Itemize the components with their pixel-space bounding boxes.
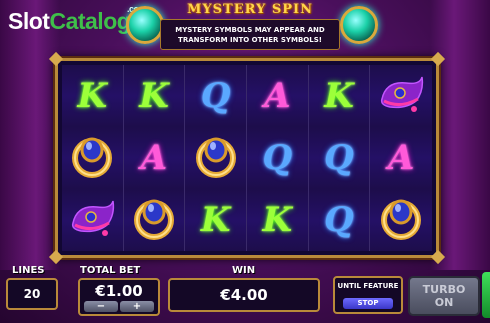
game-title: MYSTERY SPIN [187,2,313,17]
symbol-a: A [140,138,168,178]
reel-cell: A [123,127,186,189]
total-bet-value: €1.00 [95,282,143,300]
reel-cell: K [62,65,124,127]
total-bet-label: TOTAL BET [80,265,141,276]
reel-cell: K [308,65,371,127]
symbol-k: K [139,76,169,116]
symbol-k: K [262,200,293,240]
info-banner: MYSTERY SYMBOLS MAY APPEAR AND TRANSFORM… [160,19,340,50]
reel-cell [123,189,186,251]
stop-button[interactable]: STOP [343,298,393,309]
emerald-gem-icon [126,6,164,44]
win-display: €4.00 [168,278,320,312]
bet-increase-button[interactable]: + [120,301,154,312]
reel-cell: Q [185,65,247,127]
turbo-label: TURBO [422,283,466,296]
reel-cell [370,65,432,127]
emerald-gem-icon [340,6,378,44]
until-feature-label: UNTIL FEATURE [337,282,399,290]
symbol-q: Q [262,138,293,178]
slipper-symbol-icon [67,195,117,245]
banner-line-1: MYSTERY SYMBOLS MAY APPEAR AND [175,26,325,34]
ring-symbol-icon [378,195,424,245]
reel-cell [370,189,432,251]
curtain-right [430,0,490,270]
lines-label: LINES [12,265,45,276]
curtain-left [0,0,60,270]
reel-cell [62,127,124,189]
symbol-q: Q [324,200,354,240]
reel-cell: K [247,189,309,251]
spin-button[interactable] [482,272,490,318]
reel-cell: Q [308,127,371,189]
symbol-q: Q [200,76,231,116]
ring-symbol-icon [69,133,115,183]
reel-cell [185,127,247,189]
watermark-slot: Slot [8,8,50,34]
symbol-a: A [387,138,415,178]
reel-grid: KKQAKAQQAKKQ [62,65,432,251]
reel-cell: Q [308,189,371,251]
symbol-k: K [77,76,108,116]
reel-cell: A [247,65,309,127]
total-bet-panel: €1.00 − + [78,278,160,316]
lines-display: 20 [6,278,58,310]
symbol-k: K [200,200,231,240]
turbo-toggle-button[interactable]: TURBO ON [408,276,480,316]
slipper-symbol-icon [376,71,426,121]
banner-line-2: TRANSFORM INTO OTHER SYMBOLS! [178,36,322,44]
symbol-a: A [264,76,291,116]
bet-decrease-button[interactable]: − [84,301,118,312]
symbol-q: Q [324,138,354,178]
reel-cell: K [123,65,186,127]
reel-cell: Q [247,127,309,189]
autoplay-panel: UNTIL FEATURE STOP [333,276,403,314]
ring-symbol-icon [193,133,239,183]
turbo-state: ON [434,296,454,309]
watermark-catalog: Catalog [49,8,131,34]
slotcatalog-watermark: SlotCatalog .com [8,4,147,35]
reel-cell: A [370,127,432,189]
win-label: WIN [232,265,256,276]
reel-cell: K [185,189,247,251]
symbol-k: K [324,76,354,116]
ring-symbol-icon [131,195,177,245]
reel-cell [62,189,124,251]
reels-frame: KKQAKAQQAKKQ [48,51,446,265]
